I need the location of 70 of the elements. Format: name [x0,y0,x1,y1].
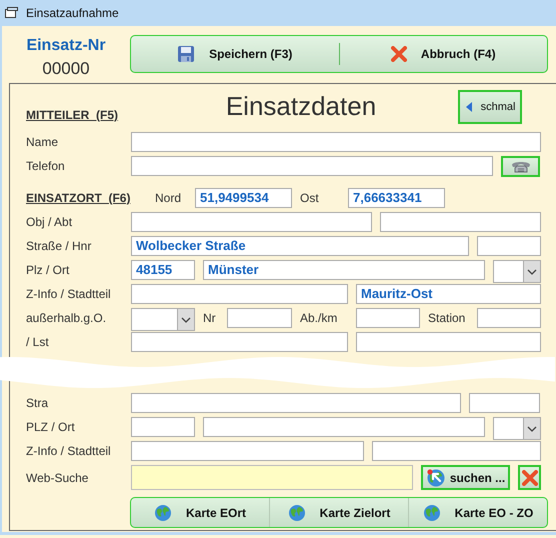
field-label: Station [428,311,466,325]
text-field[interactable] [131,441,364,461]
window-icon [5,7,18,19]
field-label: Z-Info / Stadtteil [26,444,112,458]
number-label: Einsatz-Nr [26,37,106,55]
map-button[interactable]: Karte EOrt [131,498,269,527]
text-field[interactable]: 7,66633341 [348,188,445,208]
search-button[interactable]: suchen ... [421,465,510,490]
field-label: Web-Suche [26,470,90,484]
text-field[interactable] [203,417,485,437]
text-field[interactable] [227,308,292,328]
field-label: Ost [300,191,320,205]
globe-icon [288,504,306,522]
number-value: 00000 [42,59,90,79]
text-field[interactable] [131,284,348,304]
field-label: Straße / Hnr [26,239,92,253]
caret-icon [527,268,537,274]
text-field[interactable] [356,332,541,352]
text-field[interactable] [372,441,541,461]
save-button[interactable]: Speichern (F3) [131,36,338,72]
left-arrow-icon [464,101,473,113]
text-field[interactable] [131,332,348,352]
field-label: / Lst [26,335,50,349]
text-field[interactable] [477,236,541,256]
globe-icon [154,504,172,522]
field-label: Telefon [26,159,66,173]
map-button[interactable]: Karte EO - ZO [408,498,547,527]
dropdown[interactable] [493,260,541,283]
dropdown[interactable] [493,417,541,440]
text-field[interactable] [477,308,541,328]
search-field[interactable] [131,465,413,490]
section-heading: EINSATZORT (F6) [26,191,132,205]
text-field[interactable] [131,393,461,413]
caret-icon [181,316,191,322]
clear-button[interactable] [518,465,541,490]
map-button[interactable]: Karte Zielort [269,498,408,527]
field-label: Plz / Ort [26,263,70,277]
text-field[interactable] [131,132,541,152]
close-icon [390,46,407,62]
close-icon [522,470,538,486]
field-label: Nr [203,311,217,325]
text-field[interactable] [380,212,541,232]
field-label: außerhalb.g.O. [26,311,108,325]
field-label: Name [26,135,60,149]
globe-icon [422,504,441,522]
cancel-button[interactable]: Abbruch (F4) [340,36,547,72]
text-field[interactable] [469,393,540,413]
text-field[interactable] [131,156,493,176]
field-label: Stra [26,396,50,410]
phone-button[interactable] [501,156,540,176]
text-field[interactable] [356,308,420,328]
caret-icon [527,426,537,432]
field-label: Z-Info / Stadtteil [26,287,112,301]
text-field[interactable]: Mauritz-Ost [356,284,541,304]
field-label: Nord [155,191,182,205]
collapse-button[interactable]: schmal [458,90,522,124]
globe-icon [426,468,446,488]
text-field[interactable] [131,212,372,232]
text-field[interactable]: 51,9499534 [195,188,292,208]
text-field[interactable] [131,417,195,437]
field-label: Obj / Abt [26,215,74,229]
field-label: PLZ / Ort [26,420,76,434]
text-field[interactable]: Münster [203,260,485,280]
text-field[interactable]: 48155 [131,260,195,280]
dropdown[interactable] [131,308,195,331]
section-heading: MITTEILER (F5) [26,108,119,122]
field-label: Ab./km [300,311,338,325]
window-title: Einsatzaufnahme [26,6,119,20]
text-field[interactable]: Wolbecker Straße [131,236,469,256]
panel-title: Einsatzdaten [224,93,378,119]
